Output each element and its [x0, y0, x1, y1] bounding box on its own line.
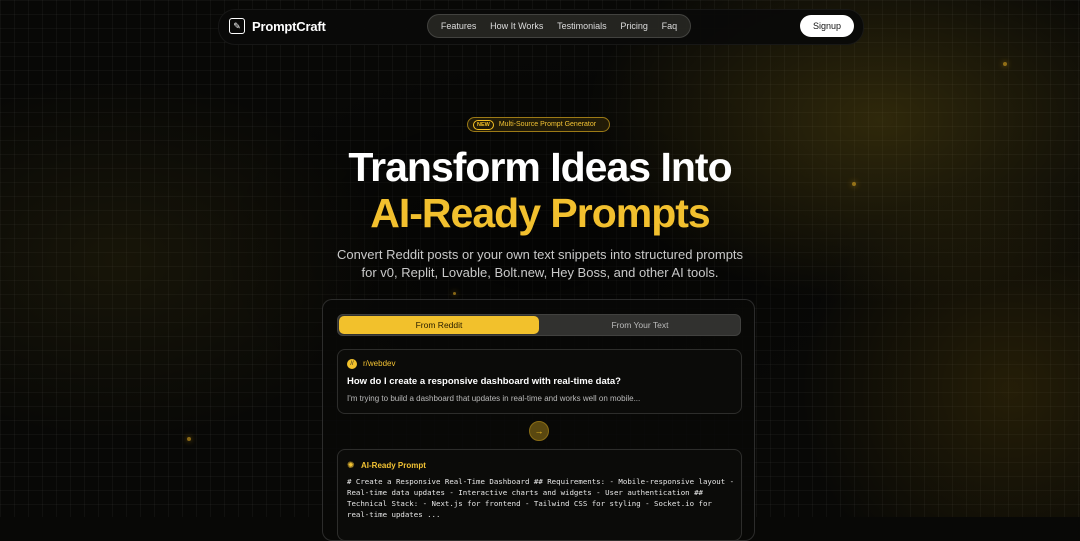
top-navbar: ✎ PromptCraft Features How It Works Test…: [218, 9, 864, 45]
tab-from-your-text[interactable]: From Your Text: [541, 316, 739, 334]
hero-title-line1: Transform Ideas Into: [348, 144, 732, 190]
nav-link-pricing[interactable]: Pricing: [620, 21, 648, 31]
brand-name: PromptCraft: [252, 18, 326, 34]
reddit-icon: //: [347, 359, 357, 369]
hero-subtitle-line1: Convert Reddit posts or your own text sn…: [336, 247, 744, 262]
nav-link-testimonials[interactable]: Testimonials: [557, 21, 607, 31]
tab-from-reddit[interactable]: From Reddit: [339, 316, 539, 334]
nav-links: Features How It Works Testimonials Prici…: [427, 14, 691, 38]
prompt-result-card: ✺ AI-Ready Prompt # Create a Responsive …: [337, 449, 742, 541]
source-tabs: From Reddit From Your Text: [337, 314, 741, 336]
badge-new-tag: NEW: [473, 119, 494, 130]
signup-button[interactable]: Signup: [800, 15, 854, 37]
reddit-post-card: // r/webdev How do I create a responsive…: [337, 349, 742, 414]
glow-dot: [453, 292, 456, 295]
pencil-square-icon: ✎: [229, 18, 245, 34]
hero-title-line2: AI-Ready Prompts: [370, 190, 710, 236]
post-title: How do I create a responsive dashboard w…: [347, 376, 621, 387]
badge-text: Multi-Source Prompt Generator: [498, 121, 597, 128]
demo-card: From Reddit From Your Text // r/webdev H…: [322, 299, 755, 541]
result-body: # Create a Responsive Real-Time Dashboar…: [347, 477, 735, 519]
nav-link-faq[interactable]: Faq: [662, 21, 678, 31]
hero-subtitle-line2: for v0, Replit, Lovable, Bolt.new, Hey B…: [361, 265, 719, 280]
nav-link-how-it-works[interactable]: How It Works: [490, 21, 543, 31]
arrow-right-icon[interactable]: →: [529, 421, 549, 441]
nav-link-features[interactable]: Features: [441, 21, 477, 31]
subreddit-name: r/webdev: [363, 359, 396, 368]
hero-subtitle: Convert Reddit posts or your own text sn…: [0, 246, 1080, 282]
brand-logo[interactable]: ✎ PromptCraft: [229, 18, 326, 34]
result-title: AI-Ready Prompt: [361, 461, 426, 470]
announcement-badge: NEW Multi-Source Prompt Generator: [467, 117, 610, 132]
glow-dot: [187, 437, 191, 441]
sparkle-icon: ✺: [347, 460, 355, 470]
post-excerpt: I'm trying to build a dashboard that upd…: [347, 394, 641, 403]
glow-dot: [1003, 62, 1007, 66]
